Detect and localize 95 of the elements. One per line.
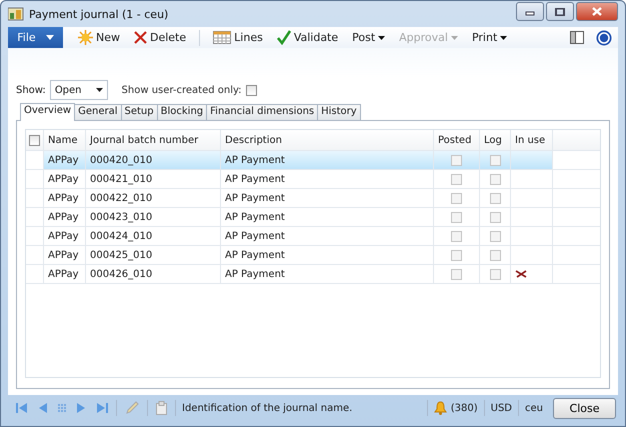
window-title: Payment journal (1 - ceu) — [29, 8, 168, 20]
table-cell: 000424_010 — [86, 227, 221, 245]
table-cell: 000426_010 — [86, 265, 221, 283]
checkmark-icon — [276, 30, 291, 45]
maximize-icon — [555, 8, 565, 16]
menu-button[interactable]: Post — [347, 28, 390, 47]
user-created-label: Show user-created only: — [122, 84, 242, 96]
checkbox[interactable] — [451, 250, 462, 260]
caret-icon — [450, 36, 458, 40]
caret-icon — [46, 35, 54, 40]
pencil-icon[interactable] — [125, 401, 139, 415]
checkbox[interactable] — [451, 192, 462, 204]
validate-button[interactable]: Validate — [272, 28, 344, 47]
table-cell: AP Payment — [221, 227, 434, 245]
tab[interactable]: Overview — [20, 103, 76, 121]
tab[interactable]: Financial dimensions — [206, 104, 318, 120]
tab[interactable]: Setup — [120, 104, 158, 120]
table-cell: AP Payment — [221, 189, 434, 207]
close-icon — [592, 7, 602, 16]
table-cell: APPay — [44, 246, 86, 264]
checkbox[interactable] — [490, 230, 500, 242]
close-button[interactable] — [576, 2, 618, 21]
help-text: Identification of the journal name. — [182, 402, 354, 414]
table-cell: APPay — [44, 151, 86, 169]
table-cell: AP Payment — [221, 246, 434, 264]
table-cell: 000425_010 — [86, 246, 221, 264]
checkbox[interactable] — [451, 268, 462, 280]
user-created-checkbox[interactable] — [246, 84, 257, 96]
minimize-button[interactable] — [516, 2, 544, 21]
delete-button[interactable]: Delete — [129, 28, 192, 47]
file-menu-button[interactable]: File — [8, 27, 63, 48]
table-cell: APPay — [44, 170, 86, 188]
table-icon — [213, 31, 232, 44]
table-cell: APPay — [44, 208, 86, 226]
show-dropdown[interactable]: Open — [50, 80, 108, 100]
checkbox[interactable] — [451, 212, 462, 222]
sun-icon — [78, 30, 93, 45]
tab[interactable]: History — [317, 104, 361, 120]
new-button[interactable]: New — [73, 28, 125, 47]
notification-count[interactable]: (380) — [450, 402, 478, 414]
table-cell: APPay — [44, 227, 86, 245]
grid-icon[interactable] — [56, 402, 68, 414]
bell-icon[interactable] — [434, 401, 447, 415]
table-cell: AP Payment — [221, 208, 434, 226]
document-icon[interactable] — [156, 401, 167, 415]
checkbox[interactable] — [451, 230, 462, 242]
company-label[interactable]: ceu — [525, 402, 543, 414]
checkbox[interactable] — [490, 174, 500, 184]
last-record-icon[interactable] — [96, 402, 108, 414]
table-row[interactable]: APPay 000425_010 AP Payment — [26, 246, 600, 265]
checkbox[interactable] — [490, 154, 500, 166]
show-label: Show: — [16, 84, 46, 96]
checkbox[interactable] — [451, 154, 462, 166]
caret-icon — [96, 88, 103, 92]
tab[interactable]: General — [74, 104, 122, 120]
column-header[interactable]: Log — [480, 130, 511, 150]
checkbox[interactable] — [490, 250, 500, 260]
table-cell: 000422_010 — [86, 189, 221, 207]
pane-icon[interactable] — [570, 31, 584, 44]
table-cell: 000423_010 — [86, 208, 221, 226]
table-cell: APPay — [44, 265, 86, 283]
table-cell: AP Payment — [221, 170, 434, 188]
caret-icon — [378, 36, 386, 40]
x-icon — [134, 31, 147, 44]
table-row[interactable]: APPay 000422_010 AP Payment — [26, 189, 600, 208]
checkbox[interactable] — [490, 268, 500, 280]
help-icon[interactable] — [596, 30, 612, 46]
table-row[interactable]: APPay 000423_010 AP Payment — [26, 208, 600, 227]
currency-label[interactable]: USD — [490, 402, 512, 414]
table-row[interactable]: APPay 000424_010 AP Payment — [26, 227, 600, 246]
column-header[interactable]: Description — [221, 130, 434, 150]
select-all-checkbox[interactable] — [29, 134, 40, 146]
checkbox[interactable] — [490, 192, 500, 204]
caret-icon — [500, 36, 508, 40]
column-header[interactable]: Journal batch number — [86, 130, 221, 150]
table-row[interactable]: APPay 000421_010 AP Payment — [26, 170, 600, 189]
checkbox[interactable] — [451, 174, 462, 184]
column-header[interactable]: Name — [44, 130, 86, 150]
checkbox[interactable] — [490, 212, 500, 222]
app-icon — [8, 7, 24, 21]
lines-button[interactable]: Lines — [208, 28, 268, 47]
table-cell: AP Payment — [221, 265, 434, 283]
column-header[interactable]: Posted — [434, 130, 480, 150]
close-form-button[interactable]: Close — [553, 398, 616, 418]
menu-button[interactable]: Print — [466, 28, 512, 47]
table-row[interactable]: APPay 000426_010 AP Payment — [26, 265, 600, 284]
table-cell: 000420_010 — [86, 151, 221, 169]
maximize-button[interactable] — [546, 2, 574, 21]
table-cell: APPay — [44, 189, 86, 207]
table-cell: AP Payment — [221, 151, 434, 169]
table-row[interactable]: APPay 000420_010 AP Payment — [26, 151, 600, 170]
tab[interactable]: Blocking — [156, 104, 208, 120]
column-header[interactable]: In use — [511, 130, 553, 150]
table-cell: 000421_010 — [86, 170, 221, 188]
first-record-icon[interactable] — [16, 402, 28, 414]
